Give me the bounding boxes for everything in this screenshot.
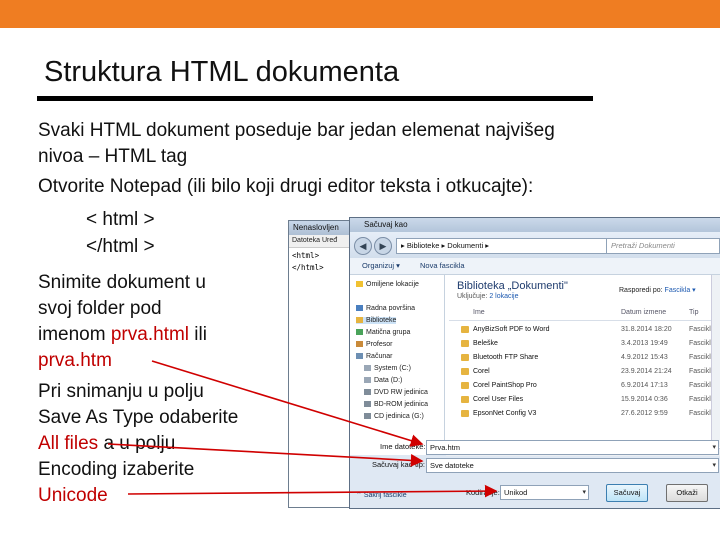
annotation-arrows — [107, 360, 498, 498]
arrow-savetype — [107, 443, 424, 467]
arrow-filename — [151, 360, 424, 447]
arrow-encoding — [127, 484, 498, 498]
